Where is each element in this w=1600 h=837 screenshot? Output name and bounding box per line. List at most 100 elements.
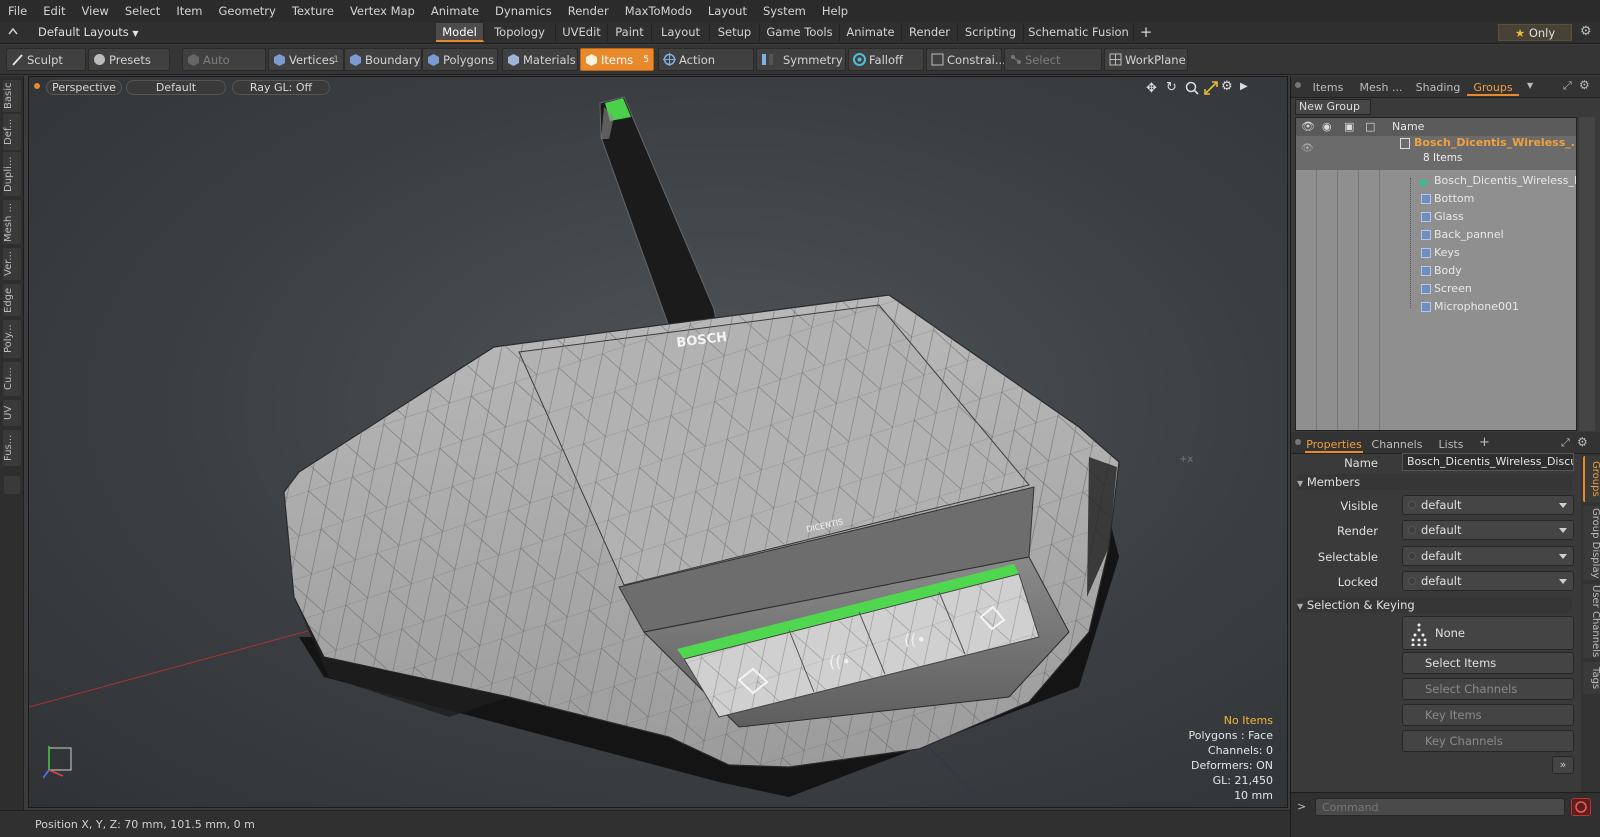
visible-select[interactable]: default (1402, 495, 1574, 515)
3d-viewport[interactable]: Perspective Default Ray GL: Off ✥ ↻ ⚙ ▶ (28, 76, 1288, 808)
menu-dynamics[interactable]: Dynamics (487, 0, 560, 22)
only-toggle[interactable]: ★ Only (1498, 24, 1572, 41)
layout-collapse-icon[interactable] (8, 26, 18, 36)
add-tab-button[interactable]: + (1479, 435, 1490, 450)
locked-select[interactable]: default (1402, 571, 1574, 591)
tab-animate[interactable]: Animate (840, 23, 902, 42)
menu-help[interactable]: Help (814, 0, 856, 22)
list-item[interactable]: Body (1297, 262, 1576, 280)
group-visibility-icon[interactable]: 👁 (1301, 143, 1314, 154)
polygons-button[interactable]: Polygons (422, 48, 498, 71)
gear-icon[interactable]: ⚙ (1580, 24, 1592, 39)
left-tabs-more-button[interactable] (4, 476, 20, 494)
group-row[interactable]: 👁 Bosch_Dicentis_Wireless_... 8 Items (1296, 136, 1576, 170)
tree-scrollbar[interactable] (1579, 117, 1595, 431)
symmetry-button[interactable]: Symmetry (756, 48, 846, 71)
locked-animate-dot-icon[interactable] (1408, 577, 1416, 585)
list-item[interactable]: Microphone001 (1297, 298, 1576, 316)
tab-topology[interactable]: Topology (484, 23, 556, 42)
list-item[interactable]: Screen (1297, 280, 1576, 298)
left-tab-fusion[interactable]: Fus... (3, 430, 21, 466)
menu-vertex-map[interactable]: Vertex Map (342, 0, 423, 22)
select-through-button[interactable]: Select Through (1004, 48, 1102, 90)
left-tab-basic[interactable]: Basic (3, 80, 21, 112)
tab-model[interactable]: Model (436, 23, 484, 42)
list-item[interactable]: ✚ Bosch_Dicentis_Wireless_Di ... (1297, 172, 1576, 190)
tab-schematic-fusion[interactable]: Schematic Fusion (1024, 23, 1134, 42)
left-tab-vertex[interactable]: Ver... (3, 248, 21, 280)
list-item[interactable]: Bottom (1297, 190, 1576, 208)
menu-file[interactable]: File (0, 0, 35, 22)
menu-layout[interactable]: Layout (700, 0, 755, 22)
side-tab-tags[interactable]: Tags (1583, 662, 1600, 694)
command-input[interactable] (1315, 798, 1565, 816)
menu-maxtomodo[interactable]: MaxToModo (617, 0, 700, 22)
panel-gear-icon[interactable]: ⚙ (1579, 78, 1590, 92)
add-tab-button[interactable]: + (1134, 23, 1158, 42)
visible-animate-dot-icon[interactable] (1408, 501, 1416, 509)
list-item[interactable]: Glass (1297, 208, 1576, 226)
tab-scripting[interactable]: Scripting (958, 23, 1024, 42)
list-item[interactable]: Keys (1297, 244, 1576, 262)
tab-game-tools[interactable]: Game Tools (760, 23, 840, 42)
side-tab-user-channels[interactable]: User Channels (1583, 584, 1600, 658)
props-expand-icon[interactable]: ⤢ (1561, 436, 1570, 450)
left-tab-polygon[interactable]: Poly... (3, 320, 21, 358)
new-group-button[interactable]: New Group (1295, 99, 1371, 115)
menu-animate[interactable]: Animate (423, 0, 487, 22)
key-items-button[interactable]: Key Items (1402, 704, 1574, 726)
menu-item[interactable]: Item (168, 0, 210, 22)
tab-render[interactable]: Render (902, 23, 958, 42)
left-tab-uv[interactable]: UV (3, 400, 21, 426)
boundary-button[interactable]: Boundary (344, 48, 422, 71)
action-center-button[interactable]: Action Center (658, 48, 754, 90)
render-toggle-icon[interactable]: ◉ (1322, 120, 1332, 133)
left-tab-deform[interactable]: Def... (3, 114, 21, 150)
vertices-button[interactable]: Vertices 1 (268, 48, 344, 71)
side-tab-group-display[interactable]: Group Display (1583, 506, 1600, 580)
selectable-select[interactable]: default (1402, 546, 1574, 566)
tab-lists[interactable]: Lists (1429, 436, 1473, 453)
left-tab-mesh[interactable]: Mesh ... (3, 200, 21, 244)
select-toggle-icon[interactable]: □ (1365, 120, 1375, 133)
layout-selector[interactable]: Default Layouts ▼ (38, 25, 139, 39)
tab-paint[interactable]: Paint (608, 23, 652, 42)
tab-layout[interactable]: Layout (652, 23, 710, 42)
lock-toggle-icon[interactable]: ▣ (1344, 120, 1354, 133)
items-button[interactable]: Items 5 (580, 48, 654, 71)
visibility-eye-icon[interactable]: 👁 (1301, 120, 1315, 133)
menu-render[interactable]: Render (560, 0, 617, 22)
materials-button[interactable]: Materials (502, 48, 578, 71)
menu-edit[interactable]: Edit (35, 0, 73, 22)
selection-mode-none-button[interactable]: None (1402, 616, 1574, 650)
menu-view[interactable]: View (74, 0, 117, 22)
workplane-button[interactable]: WorkPlane (1104, 48, 1188, 71)
left-tab-edge[interactable]: Edge (3, 284, 21, 316)
tab-shading[interactable]: Shading (1409, 79, 1467, 96)
menu-geometry[interactable]: Geometry (211, 0, 284, 22)
list-item[interactable]: Back_pannel (1297, 226, 1576, 244)
record-macro-button[interactable] (1571, 798, 1591, 816)
menu-system[interactable]: System (755, 0, 814, 22)
expand-icon[interactable]: ⤢ (1563, 79, 1572, 93)
render-animate-dot-icon[interactable] (1408, 526, 1416, 534)
props-menu-dot-icon[interactable] (1295, 439, 1301, 445)
presets-button[interactable]: Presets (88, 48, 170, 71)
tab-items[interactable]: Items (1303, 79, 1353, 96)
selection-keying-section[interactable]: ▼ Selection & Keying (1297, 597, 1572, 613)
select-channels-button[interactable]: Select Channels (1402, 678, 1574, 700)
menu-texture[interactable]: Texture (284, 0, 342, 22)
select-items-button[interactable]: Select Items (1402, 652, 1574, 674)
tab-groups[interactable]: Groups (1467, 79, 1519, 96)
expand-more-button[interactable]: » (1552, 756, 1574, 774)
tab-uvedit[interactable]: UVEdit (556, 23, 608, 42)
falloff-button[interactable]: Falloff (848, 48, 924, 71)
auto-select-button[interactable]: Auto Select (182, 48, 266, 90)
side-tab-groups[interactable]: Groups (1583, 456, 1600, 502)
name-column-header[interactable]: Name (1392, 120, 1424, 133)
left-tab-duplicate[interactable]: Dupli... (3, 152, 21, 196)
name-field[interactable]: Bosch_Dicentis_Wireless_Discussi (1402, 453, 1574, 471)
panel-menu-dot-icon[interactable] (1295, 82, 1301, 88)
tab-mesh[interactable]: Mesh ... (1353, 79, 1409, 96)
render-select[interactable]: default (1402, 520, 1574, 540)
